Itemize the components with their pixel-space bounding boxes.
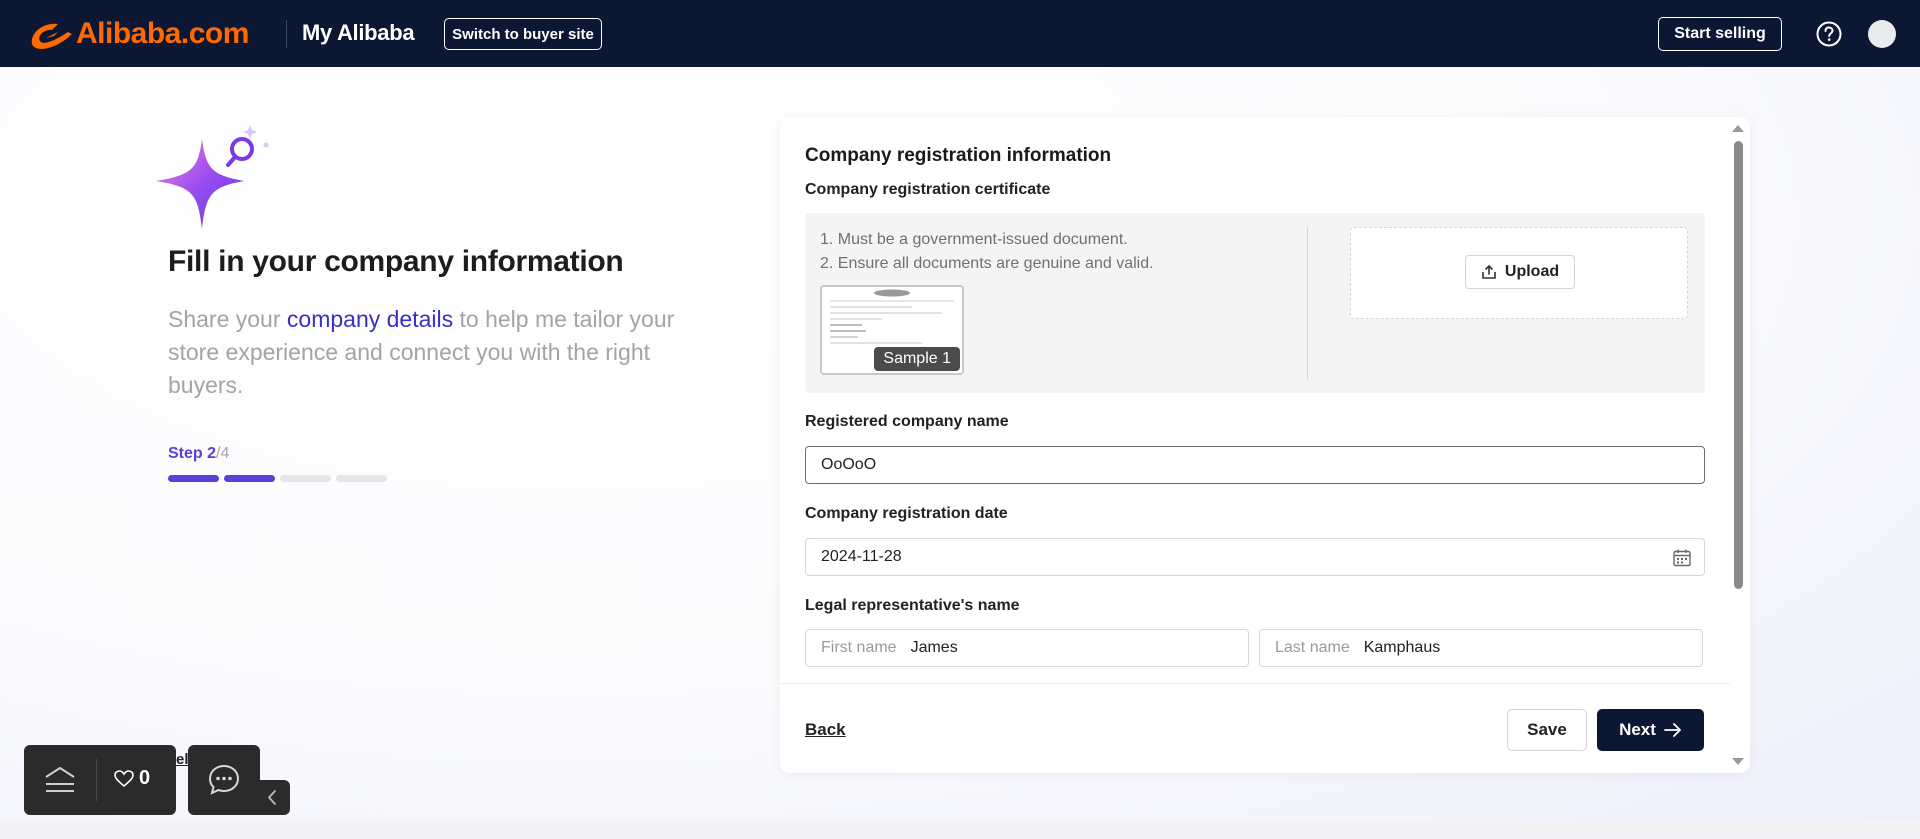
sample-badge: Sample 1 bbox=[874, 347, 960, 371]
progress-segment bbox=[224, 475, 275, 482]
back-link[interactable]: Back bbox=[805, 720, 846, 740]
intro-title: Fill in your company information bbox=[168, 245, 624, 278]
user-avatar[interactable] bbox=[1868, 20, 1896, 48]
sample-certificate-thumbnail[interactable]: Sample 1 bbox=[820, 285, 964, 375]
ai-sparkle-icon bbox=[156, 125, 269, 229]
toolbar-divider bbox=[96, 759, 97, 801]
collapse-widgets-button[interactable] bbox=[255, 780, 290, 815]
reg-date-label: Company registration date bbox=[805, 505, 1008, 522]
last-name-input[interactable]: Last name Kamphaus bbox=[1259, 629, 1703, 667]
step-total: /4 bbox=[216, 445, 230, 462]
progress-segment bbox=[280, 475, 331, 482]
main-area: Fill in your company information Share y… bbox=[0, 67, 1920, 819]
start-selling-button[interactable]: Start selling bbox=[1658, 17, 1782, 51]
upload-button[interactable]: Upload bbox=[1465, 255, 1575, 289]
scroll-up-arrow[interactable] bbox=[1732, 125, 1744, 132]
step-indicator: Step 2/4 bbox=[168, 445, 229, 463]
layers-icon[interactable] bbox=[42, 763, 78, 797]
switch-to-buyer-button[interactable]: Switch to buyer site bbox=[444, 18, 602, 50]
certificate-rules: 1. Must be a government-issued document.… bbox=[820, 228, 1154, 276]
step-progress-bar bbox=[168, 475, 387, 482]
help-circle-icon[interactable] bbox=[1815, 20, 1843, 48]
heart-icon bbox=[114, 769, 134, 787]
form-footer: Back Save Next bbox=[780, 683, 1730, 773]
form-card: Company registration information Company… bbox=[780, 117, 1750, 773]
intro-subtitle: Share your company details to help me ta… bbox=[168, 303, 688, 402]
scroll-down-arrow[interactable] bbox=[1732, 758, 1744, 765]
legal-rep-label: Legal representative's name bbox=[805, 597, 1020, 614]
chevron-left-icon bbox=[268, 790, 276, 805]
first-name-value: James bbox=[910, 639, 958, 656]
nav-divider bbox=[286, 20, 287, 48]
arrow-right-icon bbox=[1664, 723, 1681, 737]
chat-button[interactable] bbox=[188, 745, 260, 815]
progress-segment bbox=[336, 475, 387, 482]
certificate-box: 1. Must be a government-issued document.… bbox=[805, 213, 1705, 393]
reg-date-input[interactable]: 2024-11-28 bbox=[805, 538, 1705, 576]
next-button-label: Next bbox=[1619, 720, 1656, 739]
alibaba-logo[interactable]: Alibaba.com bbox=[28, 14, 249, 54]
favorites-button[interactable]: 0 bbox=[114, 767, 150, 790]
first-name-placeholder: First name bbox=[821, 639, 897, 656]
company-name-label: Registered company name bbox=[805, 413, 1009, 430]
certificate-divider bbox=[1307, 227, 1308, 379]
upload-dropzone[interactable]: Upload bbox=[1350, 227, 1688, 319]
intro-sub-pre: Share your bbox=[168, 306, 287, 332]
progress-segment bbox=[168, 475, 219, 482]
section-title: Company registration information bbox=[805, 145, 1112, 166]
last-name-value: Kamphaus bbox=[1363, 639, 1441, 656]
calendar-icon[interactable] bbox=[1672, 548, 1692, 568]
page-title[interactable]: My Alibaba bbox=[302, 20, 415, 46]
certificate-label: Company registration certificate bbox=[805, 181, 1051, 198]
favorites-count: 0 bbox=[139, 767, 151, 789]
scrollbar-thumb[interactable] bbox=[1734, 141, 1743, 589]
floating-toolbar: 0 bbox=[24, 745, 176, 815]
logo-text: Alibaba.com bbox=[76, 17, 249, 50]
top-nav: Alibaba.com My Alibaba Switch to buyer s… bbox=[0, 0, 1920, 67]
alibaba-logo-icon bbox=[31, 23, 73, 49]
save-button[interactable]: Save bbox=[1507, 709, 1587, 751]
rule-item: 2. Ensure all documents are genuine and … bbox=[820, 255, 1154, 272]
company-name-input[interactable]: OoOoO bbox=[805, 446, 1705, 484]
hidden-link-text[interactable]: el bbox=[176, 751, 188, 768]
reg-date-value: 2024-11-28 bbox=[821, 548, 902, 565]
rule-item: 1. Must be a government-issued document. bbox=[820, 231, 1128, 248]
last-name-placeholder: Last name bbox=[1275, 639, 1350, 656]
chat-icon bbox=[208, 764, 240, 795]
step-current: Step 2 bbox=[168, 445, 217, 462]
form-scroll-area[interactable]: Company registration information Company… bbox=[780, 117, 1730, 683]
upload-button-label: Upload bbox=[1504, 263, 1560, 280]
form-scrollbar[interactable] bbox=[1731, 125, 1745, 765]
upload-icon bbox=[1482, 265, 1496, 279]
first-name-input[interactable]: First name James bbox=[805, 629, 1249, 667]
next-button[interactable]: Next bbox=[1597, 709, 1704, 751]
intro-sub-highlight: company details bbox=[286, 306, 454, 332]
